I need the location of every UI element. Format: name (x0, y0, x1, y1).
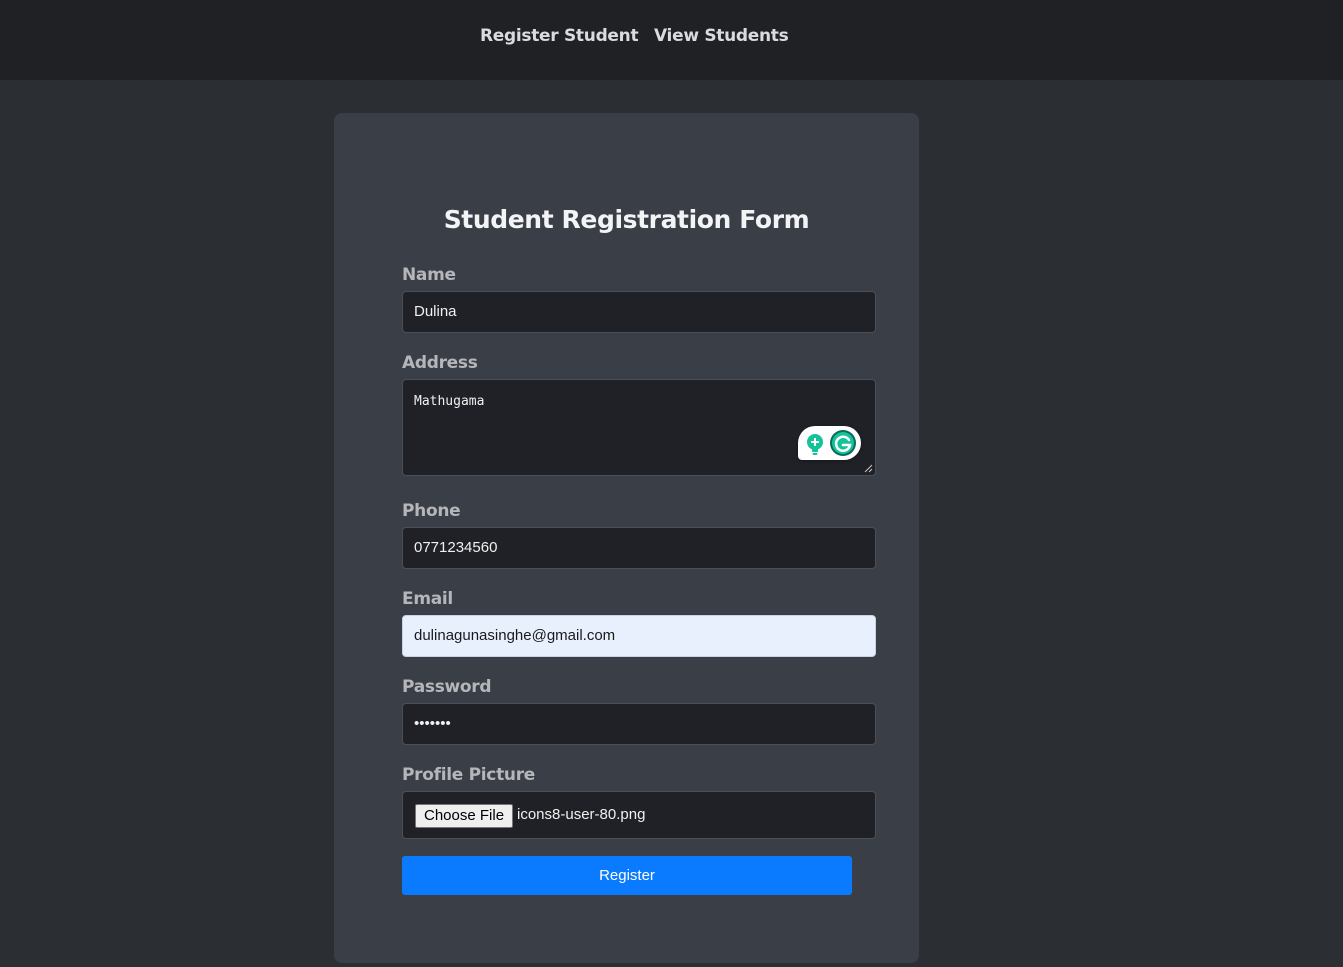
resize-handle-icon[interactable] (864, 464, 873, 473)
address-value: Mathugama (414, 394, 485, 409)
password-label: Password (402, 677, 492, 697)
choose-file-button[interactable]: Choose File (415, 804, 514, 828)
lightbulb-icon (807, 434, 823, 455)
top-navbar: Register Student View Students (0, 0, 1343, 80)
profile-picture-label: Profile Picture (402, 765, 536, 785)
password-input[interactable]: ••••••• (402, 703, 876, 745)
grammarly-widget[interactable] (798, 426, 861, 460)
email-label: Email (402, 589, 453, 609)
selected-file-name: icons8-user-80.png (517, 806, 646, 823)
phone-input[interactable]: 0771234560 (402, 527, 876, 569)
nav-view-students-link[interactable]: View Students (654, 26, 789, 46)
name-label: Name (402, 265, 456, 285)
profile-picture-file-input[interactable]: Choose File icons8-user-80.png (402, 791, 876, 839)
nav-register-student-link[interactable]: Register Student (480, 26, 639, 46)
phone-label: Phone (402, 501, 461, 521)
name-input[interactable]: Dulina (402, 291, 876, 333)
grammarly-icon (807, 430, 856, 456)
email-input[interactable]: dulinagunasinghe@gmail.com (402, 615, 876, 657)
form-title: Student Registration Form (443, 205, 810, 234)
address-label: Address (402, 353, 478, 373)
register-button[interactable]: Register (402, 856, 852, 895)
